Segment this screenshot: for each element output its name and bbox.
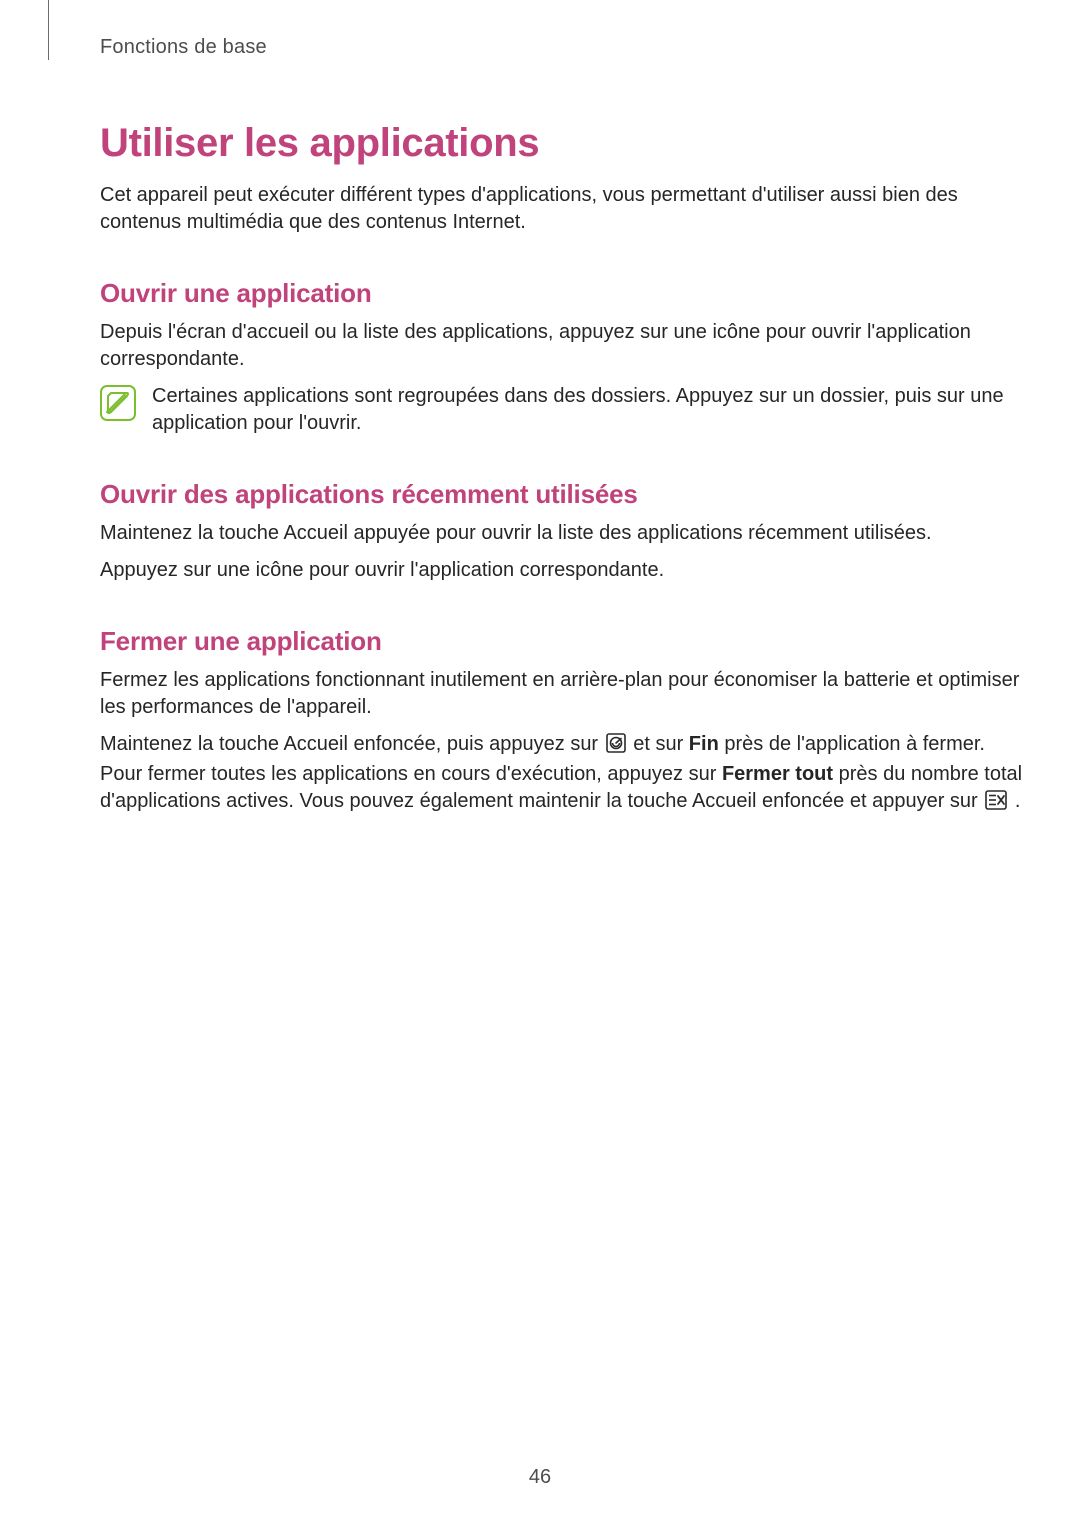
section-heading-close: Fermer une application <box>100 626 1024 657</box>
page-title: Utiliser les applications <box>100 121 1024 166</box>
recent-body-1: Maintenez la touche Accueil appuyée pour… <box>100 520 1024 547</box>
close-body-2: Maintenez la touche Accueil enfoncée, pu… <box>100 731 1024 818</box>
open-body: Depuis l'écran d'accueil ou la liste des… <box>100 319 1024 373</box>
page-number: 46 <box>0 1466 1080 1489</box>
recent-body-2: Appuyez sur une icône pour ouvrir l'appl… <box>100 557 1024 584</box>
section-heading-open: Ouvrir une application <box>100 278 1024 309</box>
note-icon <box>100 385 136 421</box>
note-text: Certaines applications sont regroupées d… <box>152 383 1024 437</box>
close-all-icon <box>985 790 1007 818</box>
breadcrumb: Fonctions de base <box>100 36 1024 59</box>
task-manager-icon <box>606 733 626 761</box>
margin-rule <box>48 0 49 60</box>
close-text-a: Maintenez la touche Accueil enfoncée, pu… <box>100 733 604 755</box>
manual-page: Fonctions de base Utiliser les applicati… <box>0 0 1080 1527</box>
close-text-e: . <box>1015 790 1021 812</box>
close-bold-fin: Fin <box>689 733 719 755</box>
intro-paragraph: Cet appareil peut exécuter différent typ… <box>100 182 1024 236</box>
note-row: Certaines applications sont regroupées d… <box>100 383 1024 437</box>
close-bold-fermer-tout: Fermer tout <box>722 763 833 785</box>
close-text-b: et sur <box>633 733 689 755</box>
close-body-1: Fermez les applications fonctionnant inu… <box>100 667 1024 721</box>
section-heading-recent: Ouvrir des applications récemment utilis… <box>100 479 1024 510</box>
